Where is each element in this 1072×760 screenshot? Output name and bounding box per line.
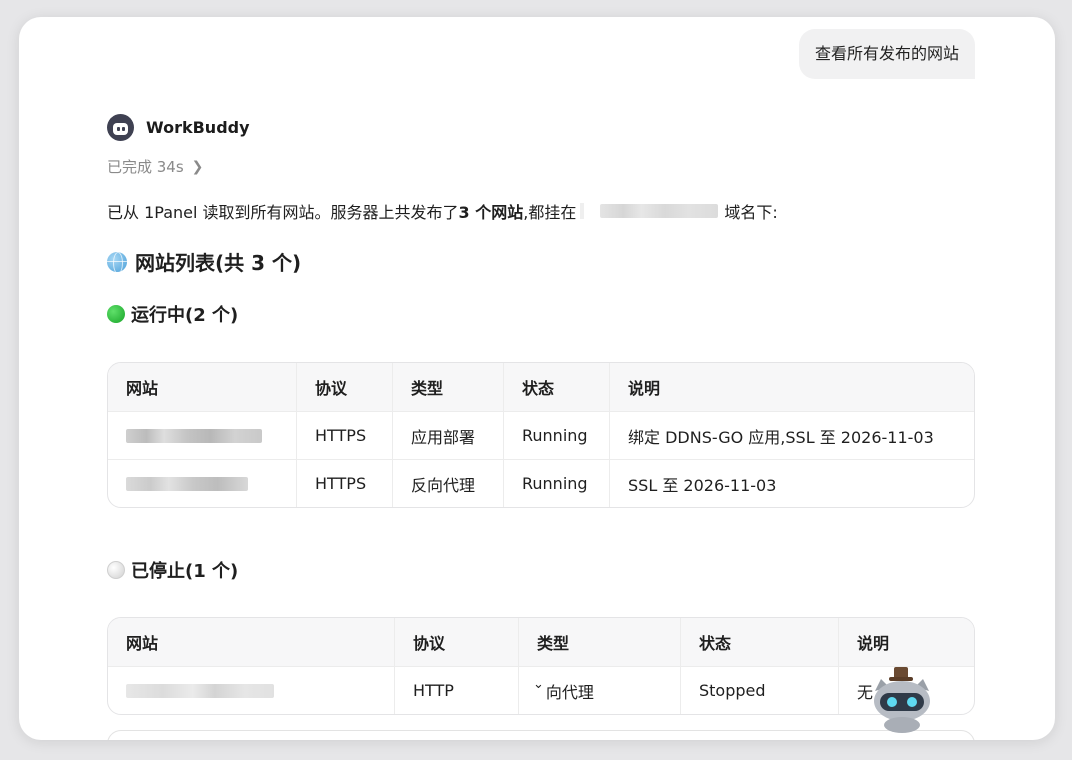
intro-paragraph: 已从 1Panel 读取到所有网站。服务器上共发布了 3 个网站 ,都挂在 域名… [107,199,778,223]
header-site: 网站 [126,379,159,398]
assistant-name: WorkBuddy [146,118,250,137]
redacted-site-name [126,476,248,491]
intro-suffix: 域名下: [724,203,778,222]
stopped-heading-text: 已停止(1 个) [131,561,239,582]
section-title: 网站列表(共 3 个) [107,247,301,276]
chat-input[interactable] [107,730,975,740]
header-state: 状态 [680,618,838,666]
note-cell: 绑定 DDNS-GO 应用,SSL 至 2026-11-03 [609,412,974,459]
header-type: 类型 [518,618,680,666]
mascot-cat-icon[interactable] [867,665,937,735]
section-title-text: 网站列表(共 3 个) [135,251,302,275]
running-heading: 运行中(2 个) [107,301,238,327]
intro-bold: 3 个网站 [458,203,524,222]
header-state: 状态 [503,363,609,411]
header-type: 类型 [392,363,503,411]
header-note: 说明 [838,618,974,666]
site-cell [108,460,296,507]
type-cell: ⌄ 向代理 [518,667,680,714]
state-cell: Running [503,460,609,507]
completion-status[interactable]: 已完成 34s ❯ [107,156,203,177]
running-heading-text: 运行中(2 个) [131,305,239,326]
type-cell: 应用部署 [392,412,503,459]
workbuddy-avatar-icon [107,114,134,141]
header-protocol: 协议 [394,618,518,666]
table-row: HTTP ⌄ 向代理 Stopped 无 [108,666,974,714]
protocol-cell: HTTPS [296,460,392,507]
table-header-row: 网站 协议 类型 状态 说明 [108,618,974,666]
redacted-domain-edge [580,203,585,219]
user-message-text: 查看所有发布的网站 [814,44,959,63]
chat-window: 查看所有发布的网站 WorkBuddy 已完成 34s ❯ 已从 1Panel … [19,17,1055,740]
chevron-down-icon[interactable]: ⌄ [533,677,544,692]
running-table: 网站 协议 类型 状态 说明 HTTPS 应用部署 Running 绑定 DDN… [107,362,975,508]
site-cell [108,412,296,459]
type-cell: 反向代理 [392,460,503,507]
type-cell-text: 向代理 [545,682,594,702]
completion-status-text[interactable]: 已完成 34s [107,156,184,177]
intro-prefix: 已从 1Panel 读取到所有网站。服务器上共发布了 [107,203,459,222]
redacted-site-name [126,683,274,698]
protocol-cell: HTTP [394,667,518,714]
state-cell: Stopped [680,667,838,714]
protocol-cell: HTTPS [296,412,392,459]
note-cell: SSL 至 2026-11-03 [609,460,974,507]
stopped-table: 网站 协议 类型 状态 说明 HTTP ⌄ 向代理 Stopped 无 [107,617,975,715]
intro-mid: ,都挂在 [523,203,577,222]
table-row: HTTPS 应用部署 Running 绑定 DDNS-GO 应用,SSL 至 2… [108,411,974,459]
green-circle-icon [107,305,125,323]
header-site: 网站 [126,634,159,653]
table-header-row: 网站 协议 类型 状态 说明 [108,363,974,411]
user-message-bubble: 查看所有发布的网站 [799,29,975,79]
white-circle-icon [107,561,125,579]
chevron-right-icon[interactable]: ❯ [192,159,204,175]
stopped-heading: 已停止(1 个) [107,557,238,583]
redacted-site-name [126,428,262,443]
header-protocol: 协议 [296,363,392,411]
globe-icon [107,251,127,272]
header-note: 说明 [609,363,974,411]
site-cell [108,667,394,714]
redacted-domain [600,204,719,218]
state-cell: Running [503,412,609,459]
table-row: HTTPS 反向代理 Running SSL 至 2026-11-03 [108,459,974,507]
assistant-header: WorkBuddy [107,114,250,141]
